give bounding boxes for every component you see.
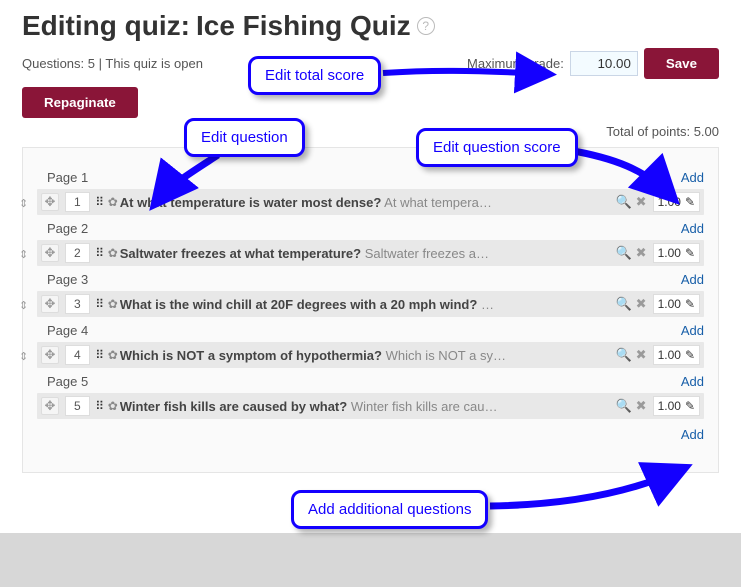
move-handle-icon[interactable]: ✥ <box>41 397 59 415</box>
page-break-icon[interactable]: ⇕ <box>19 197 28 210</box>
question-text[interactable]: Which is NOT a symptom of hypothermia? W… <box>120 348 610 363</box>
delete-icon[interactable]: ✖ <box>636 347 647 363</box>
page-label: Page 2 <box>47 221 88 236</box>
add-link[interactable]: Add <box>681 323 704 338</box>
page-break-icon[interactable]: ⇕ <box>19 299 28 312</box>
save-button[interactable]: Save <box>644 48 719 79</box>
question-title: Which is NOT a symptom of hypothermia? <box>120 348 382 363</box>
add-link-final[interactable]: Add <box>681 427 704 442</box>
score-value: 1.00 <box>658 246 681 260</box>
move-handle-icon[interactable]: ✥ <box>41 295 59 313</box>
score-value: 1.00 <box>658 399 681 413</box>
max-grade-input[interactable] <box>570 51 638 76</box>
question-number: 2 <box>65 243 90 263</box>
add-link[interactable]: Add <box>681 374 704 389</box>
move-handle-icon[interactable]: ✥ <box>41 346 59 364</box>
question-text[interactable]: Saltwater freezes at what temperature? S… <box>120 246 610 261</box>
quiz-name: Ice Fishing Quiz <box>196 10 411 42</box>
question-type-icon <box>94 349 106 361</box>
score-box: 1.00 ✎ <box>653 345 700 365</box>
open-status: This quiz is open <box>105 56 203 71</box>
delete-icon[interactable]: ✖ <box>636 398 647 414</box>
question-row: ⇕ ✥ 4 ✿ Which is NOT a symptom of hypoth… <box>37 342 704 368</box>
question-row: ✥ 5 ✿ Winter fish kills are caused by wh… <box>37 393 704 419</box>
preview-icon[interactable]: 🔍 <box>615 296 631 312</box>
gear-icon[interactable]: ✿ <box>108 348 118 362</box>
question-row: ⇕ ✥ 2 ✿ Saltwater freezes at what temper… <box>37 240 704 266</box>
preview-icon[interactable]: 🔍 <box>615 245 631 261</box>
score-value: 1.00 <box>658 297 681 311</box>
max-grade-label: Maximum grade: <box>467 56 564 71</box>
question-type-icon <box>94 400 106 412</box>
delete-icon[interactable]: ✖ <box>636 245 647 261</box>
question-count: Questions: 5 <box>22 56 95 71</box>
page-label: Page 1 <box>47 170 88 185</box>
pencil-icon[interactable]: ✎ <box>685 348 695 362</box>
question-summary: Questions: 5 | This quiz is open <box>22 56 203 71</box>
gear-icon[interactable]: ✿ <box>108 246 118 260</box>
question-tail: Which is NOT a sy… <box>386 348 506 363</box>
footer-bar <box>0 533 741 587</box>
move-handle-icon[interactable]: ✥ <box>41 244 59 262</box>
score-box: 1.00 ✎ <box>653 243 700 263</box>
question-title: Saltwater freezes at what temperature? <box>120 246 361 261</box>
move-handle-icon[interactable]: ✥ <box>41 193 59 211</box>
pencil-icon[interactable]: ✎ <box>685 297 695 311</box>
add-link[interactable]: Add <box>681 170 704 185</box>
question-title: What is the wind chill at 20F degrees wi… <box>120 297 478 312</box>
help-icon[interactable]: ? <box>417 17 435 35</box>
score-box: 1.00 ✎ <box>653 294 700 314</box>
question-tail: At what tempera… <box>384 195 492 210</box>
question-number: 4 <box>65 345 90 365</box>
preview-icon[interactable]: 🔍 <box>615 398 631 414</box>
question-row: ⇕ ✥ 3 ✿ What is the wind chill at 20F de… <box>37 291 704 317</box>
title-prefix: Editing quiz: <box>22 10 190 42</box>
score-value: 1.00 <box>658 195 681 209</box>
question-text[interactable]: At what temperature is water most dense?… <box>120 195 610 210</box>
question-number: 5 <box>65 396 90 416</box>
question-row: ⇕ ✥ 1 ✿ At what temperature is water mos… <box>37 189 704 215</box>
page-label: Page 3 <box>47 272 88 287</box>
question-text[interactable]: Winter fish kills are caused by what? Wi… <box>120 399 610 414</box>
score-box: 1.00 ✎ <box>653 192 700 212</box>
total-points: Total of points: 5.00 <box>22 124 719 139</box>
question-type-icon <box>94 298 106 310</box>
question-tail: … <box>481 297 494 312</box>
question-type-icon <box>94 247 106 259</box>
page-break-icon[interactable]: ⇕ <box>19 248 28 261</box>
score-box: 1.00 ✎ <box>653 396 700 416</box>
question-text[interactable]: What is the wind chill at 20F degrees wi… <box>120 297 610 312</box>
question-tail: Saltwater freezes a… <box>365 246 489 261</box>
gear-icon[interactable]: ✿ <box>108 195 118 209</box>
gear-icon[interactable]: ✿ <box>108 399 118 413</box>
question-type-icon <box>94 196 106 208</box>
add-link[interactable]: Add <box>681 272 704 287</box>
question-number: 3 <box>65 294 90 314</box>
question-tail: Winter fish kills are cau… <box>351 399 498 414</box>
pencil-icon[interactable]: ✎ <box>685 195 695 209</box>
question-panel: Page 1 Add ⇕ ✥ 1 ✿ At what temperature i… <box>22 147 719 473</box>
delete-icon[interactable]: ✖ <box>636 194 647 210</box>
page-label: Page 4 <box>47 323 88 338</box>
add-link[interactable]: Add <box>681 221 704 236</box>
repaginate-button[interactable]: Repaginate <box>22 87 138 118</box>
question-number: 1 <box>65 192 90 212</box>
gear-icon[interactable]: ✿ <box>108 297 118 311</box>
question-title: At what temperature is water most dense? <box>120 195 382 210</box>
top-row: Questions: 5 | This quiz is open Maximum… <box>22 48 719 79</box>
pencil-icon[interactable]: ✎ <box>685 399 695 413</box>
delete-icon[interactable]: ✖ <box>636 296 647 312</box>
callout-add-questions: Add additional questions <box>291 490 488 529</box>
question-title: Winter fish kills are caused by what? <box>120 399 347 414</box>
preview-icon[interactable]: 🔍 <box>615 347 631 363</box>
page-title: Editing quiz: Ice Fishing Quiz ? <box>22 10 719 42</box>
preview-icon[interactable]: 🔍 <box>615 194 631 210</box>
score-value: 1.00 <box>658 348 681 362</box>
page-break-icon[interactable]: ⇕ <box>19 350 28 363</box>
pencil-icon[interactable]: ✎ <box>685 246 695 260</box>
page-label: Page 5 <box>47 374 88 389</box>
